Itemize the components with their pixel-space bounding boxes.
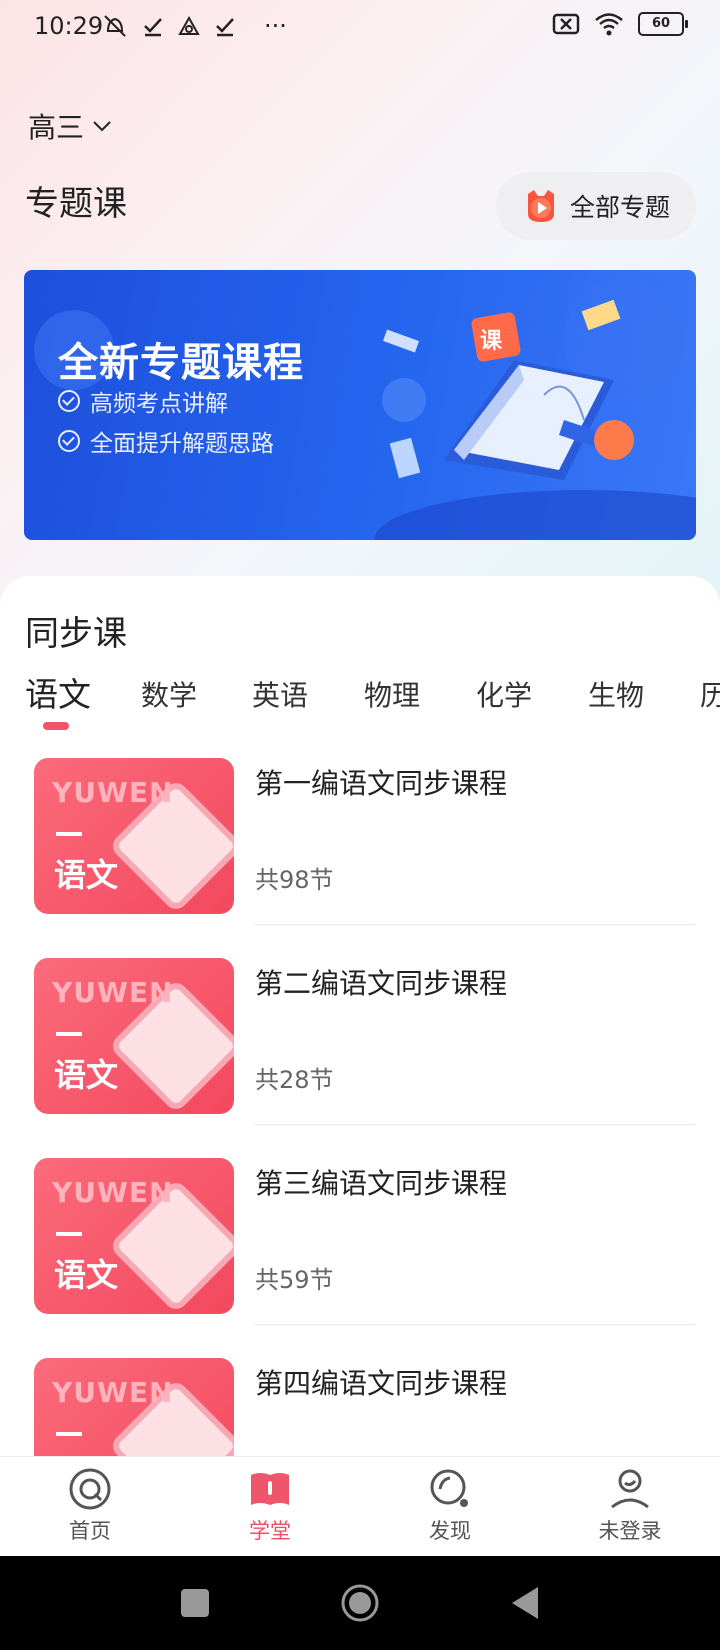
tab-math[interactable]: 数学 — [141, 674, 197, 714]
check-download-icon — [216, 18, 234, 37]
course-thumbnail: YUWEN 语文 — [34, 1158, 234, 1314]
thumb-label-en: YUWEN — [52, 1176, 174, 1209]
thumb-dash — [56, 832, 82, 836]
banner-title: 全新专题课程 — [58, 340, 304, 386]
course-count: 共98节 — [255, 866, 334, 894]
all-topics-label: 全部专题 — [569, 193, 670, 222]
back-icon[interactable] — [510, 1585, 540, 1621]
nav-study[interactable]: 学堂 — [210, 1467, 330, 1545]
recent-apps-icon[interactable] — [180, 1588, 210, 1618]
thumb-dash — [56, 1432, 82, 1436]
course-title: 第一编语文同步课程 — [255, 767, 508, 800]
banner-point: 高频考点讲解 — [58, 384, 228, 418]
system-nav-bar — [0, 1556, 720, 1650]
triangle-app-icon — [178, 15, 200, 35]
topics-title: 专题课 — [25, 184, 127, 224]
home-icon — [69, 1468, 111, 1510]
nav-home[interactable]: 首页 — [30, 1467, 150, 1545]
book-icon — [251, 1473, 289, 1505]
course-thumbnail: YUWEN 语文 — [34, 758, 234, 914]
course-count: 共59节 — [255, 1266, 334, 1294]
sim-off-icon — [552, 13, 580, 35]
nav-home-label: 首页 — [69, 1519, 111, 1543]
tab-biology[interactable]: 生物 — [588, 674, 644, 714]
thumb-label-en: YUWEN — [52, 1376, 174, 1409]
banner-point-text: 全面提升解题思路 — [90, 431, 274, 457]
divider — [255, 1324, 695, 1325]
course-title: 第三编语文同步课程 — [255, 1167, 508, 1200]
subject-tabs: 语文 数学 英语 物理 化学 生物 历 — [0, 668, 720, 728]
status-time: 10:29 — [34, 12, 104, 40]
check-circle-icon — [58, 390, 80, 412]
sync-title: 同步课 — [25, 614, 127, 654]
nav-profile[interactable]: 未登录 — [570, 1467, 690, 1545]
tab-chemistry[interactable]: 化学 — [476, 674, 532, 714]
thumb-label-cn: 语文 — [54, 1256, 119, 1294]
tab-indicator — [43, 722, 69, 730]
battery-indicator: 60 — [638, 12, 688, 36]
topic-banner[interactable]: 课 全新专题课程 高频考点讲解 全面提升解题思路 — [24, 270, 696, 540]
thumb-label-cn: 语文 — [54, 856, 119, 894]
thumb-dash — [56, 1232, 82, 1236]
thumb-dash — [56, 1032, 82, 1036]
thumb-label-en: YUWEN — [52, 976, 174, 1009]
all-topics-button[interactable]: 全部专题 — [496, 172, 696, 240]
nav-profile-label: 未登录 — [598, 1519, 662, 1543]
course-thumbnail: YUWEN 语文 — [34, 958, 234, 1114]
status-bar: 10:29 ··· 60 — [0, 0, 720, 56]
course-item[interactable]: YUWEN 语文 第三编语文同步课程 共59节 — [34, 1158, 695, 1358]
tab-history[interactable]: 历 — [700, 674, 720, 714]
nav-discover[interactable]: 发现 — [390, 1467, 510, 1545]
grade-label: 高三 — [28, 111, 85, 144]
course-count: 共28节 — [255, 1066, 334, 1094]
divider — [255, 924, 695, 925]
banner-point-text: 高频考点讲解 — [90, 391, 228, 417]
thumb-label-en: YUWEN — [52, 776, 174, 809]
user-icon — [611, 1469, 649, 1509]
tab-chinese[interactable]: 语文 — [25, 668, 91, 716]
mute-icon — [104, 15, 126, 37]
banner-badge: 课 — [480, 329, 503, 354]
course-title: 第二编语文同步课程 — [255, 967, 508, 1000]
grade-selector[interactable]: 高三 — [28, 106, 112, 146]
status-notifications: ··· — [102, 12, 287, 40]
chevron-down-icon — [93, 121, 111, 132]
bottom-nav: 首页 学堂 发现 未登录 — [0, 1456, 720, 1557]
tab-physics[interactable]: 物理 — [364, 674, 420, 714]
course-item[interactable]: YUWEN 语文 第二编语文同步课程 共28节 — [34, 958, 695, 1158]
banner-point: 全面提升解题思路 — [58, 424, 274, 458]
divider — [255, 1124, 695, 1125]
wifi-icon — [595, 13, 623, 36]
nav-study-label: 学堂 — [249, 1519, 291, 1543]
status-system: 60 — [552, 12, 688, 36]
course-item[interactable]: YUWEN 语文 第一编语文同步课程 共98节 — [34, 758, 695, 958]
thumb-label-cn: 语文 — [54, 1056, 119, 1094]
discover-icon — [430, 1469, 468, 1507]
tab-english[interactable]: 英语 — [252, 674, 308, 714]
more-notifications-icon: ··· — [264, 12, 287, 40]
nav-discover-label: 发现 — [429, 1519, 471, 1543]
check-circle-icon — [58, 430, 80, 452]
home-circle-icon[interactable] — [340, 1583, 380, 1623]
course-title: 第四编语文同步课程 — [255, 1367, 508, 1400]
check-download-icon — [144, 18, 162, 37]
play-badge-icon — [527, 190, 554, 222]
